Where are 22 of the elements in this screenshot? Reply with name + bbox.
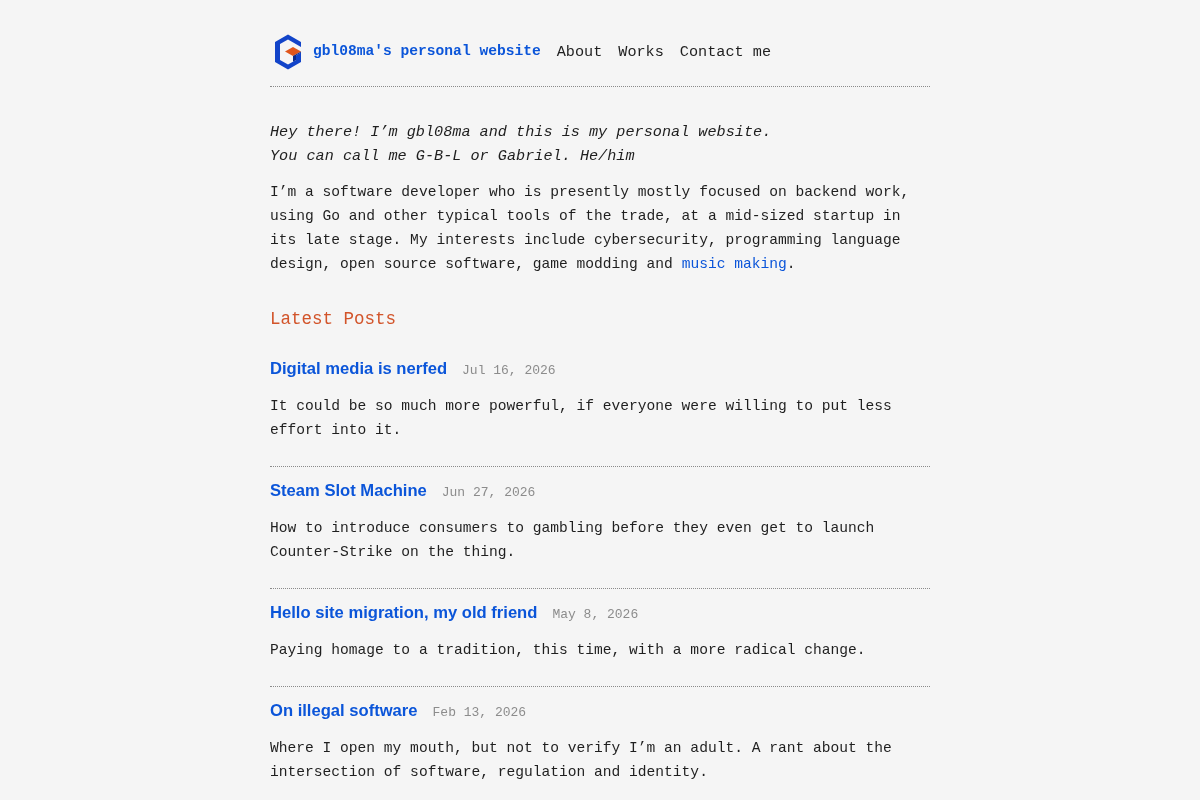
latest-posts-heading: Latest Posts (270, 308, 398, 331)
bio-paragraph: I’m a software developer who is presently mostly focused on backend work, using Go and other typical tools of the trade, at a mid-sized startup in its late stage. My interests include cybersecurity, programming language design, open source software, game modding and music making. (270, 183, 911, 274)
hexagon-logo-icon (274, 34, 302, 70)
post-date: May 8, 2026 (552, 606, 639, 624)
nav-link[interactable]: About (556, 40, 603, 64)
post-title-link[interactable]: On illegal software (270, 699, 418, 723)
post-date: Jun 27, 2026 (441, 484, 536, 502)
greeting-text: You can call me G-B-L or Gabriel. He/him (270, 146, 635, 167)
nav-link[interactable]: Works (618, 40, 664, 64)
music-making-link[interactable]: music making (681, 256, 787, 272)
post-summary: How to introduce consumers to gambling before they even get to launch Counter-Strike on the thing. (270, 519, 876, 562)
post-date: Feb 13, 2026 (432, 704, 527, 722)
post-date: Jul 16, 2026 (462, 362, 556, 380)
post-summary: It could be so much more powerful, if everyone were willing to put less effort into it. (270, 397, 893, 440)
post-title-link[interactable]: Hello site migration, my old friend (270, 601, 538, 625)
post-title-link[interactable]: Digital media is nerfed (270, 357, 448, 381)
site-title-link[interactable]: gbl08ma's personal website (313, 41, 541, 63)
nav-link[interactable]: Contact me (679, 40, 771, 64)
greeting-text: Hey there! I’m gbl08ma and this is my personal website. (270, 122, 772, 143)
post-summary: Where I open my mouth, but not to verify I’m an adult. A rant about the intersection of software, regulation and identity. (270, 739, 893, 782)
post-title-link[interactable]: Steam Slot Machine (270, 479, 427, 503)
post-summary: Paying homage to a tradition, this time, with a more radical change. (270, 641, 867, 660)
